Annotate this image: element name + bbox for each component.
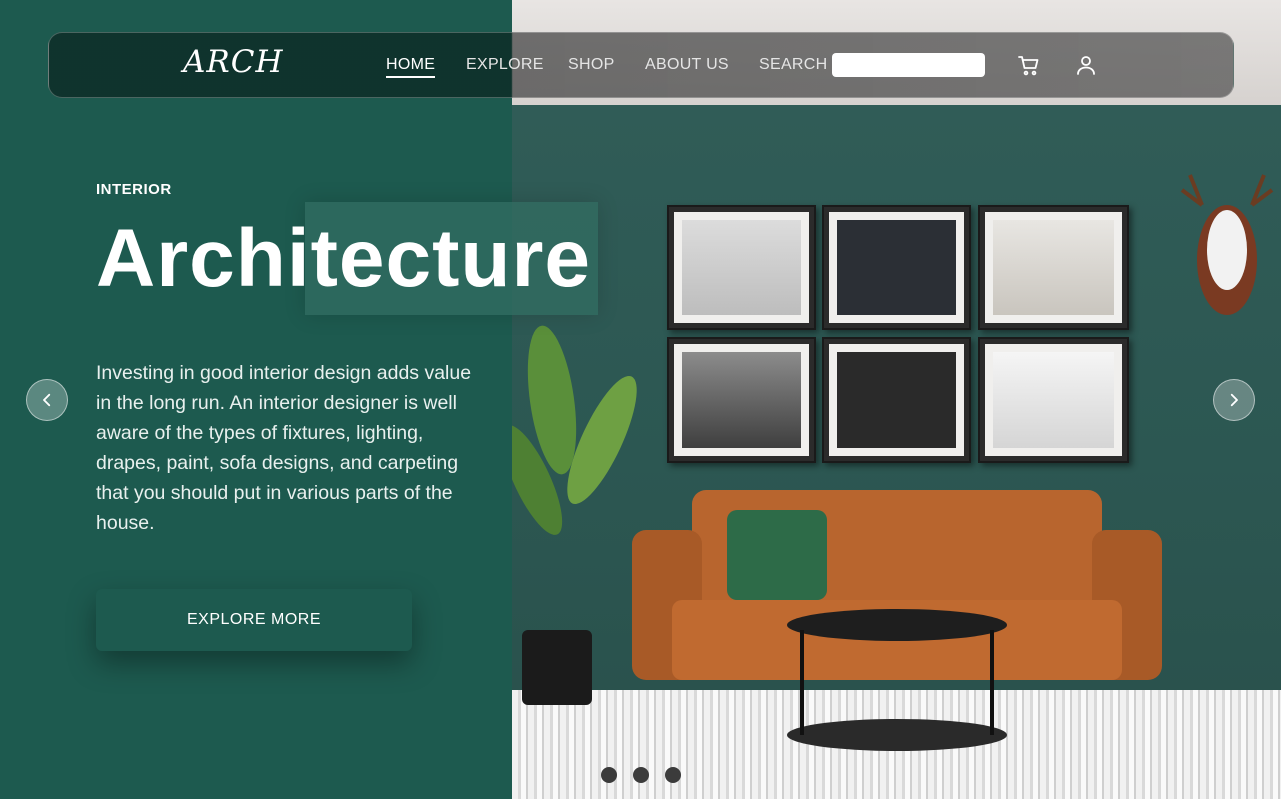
nav-link-explore[interactable]: EXPLORE xyxy=(466,56,544,74)
chevron-left-icon xyxy=(43,393,51,407)
art-frame xyxy=(822,337,971,463)
nav-link-home[interactable]: HOME xyxy=(386,56,436,78)
carousel-next-button[interactable] xyxy=(1213,379,1255,421)
carousel-dot-3[interactable] xyxy=(665,767,681,783)
coffee-table-decor xyxy=(787,609,1007,751)
art-frame xyxy=(978,337,1129,463)
logo[interactable]: ARCH xyxy=(183,44,283,80)
search-label: SEARCH xyxy=(759,56,828,73)
hero-image xyxy=(512,0,1281,799)
user-icon[interactable] xyxy=(1073,52,1099,78)
plant-decor xyxy=(512,325,637,705)
hero-eyebrow: INTERIOR xyxy=(96,181,172,198)
art-frame xyxy=(978,205,1129,330)
carousel-dot-2[interactable] xyxy=(633,767,649,783)
hero-description: Investing in good interior design adds v… xyxy=(96,362,472,534)
explore-more-button[interactable]: EXPLORE MORE xyxy=(96,589,412,651)
search-input[interactable] xyxy=(832,53,985,77)
hero-headline: Architecture xyxy=(96,213,592,304)
carousel-dot-1[interactable] xyxy=(601,767,617,783)
deer-head-decor xyxy=(1180,174,1274,315)
art-frame xyxy=(822,205,971,330)
cart-icon[interactable] xyxy=(1016,52,1042,78)
nav-link-about-us[interactable]: ABOUT US xyxy=(645,56,729,74)
nav-link-shop[interactable]: SHOP xyxy=(568,56,615,74)
art-frame xyxy=(667,205,816,330)
chevron-right-icon xyxy=(1230,393,1238,407)
art-frame xyxy=(667,337,816,463)
carousel-prev-button[interactable] xyxy=(26,379,68,421)
